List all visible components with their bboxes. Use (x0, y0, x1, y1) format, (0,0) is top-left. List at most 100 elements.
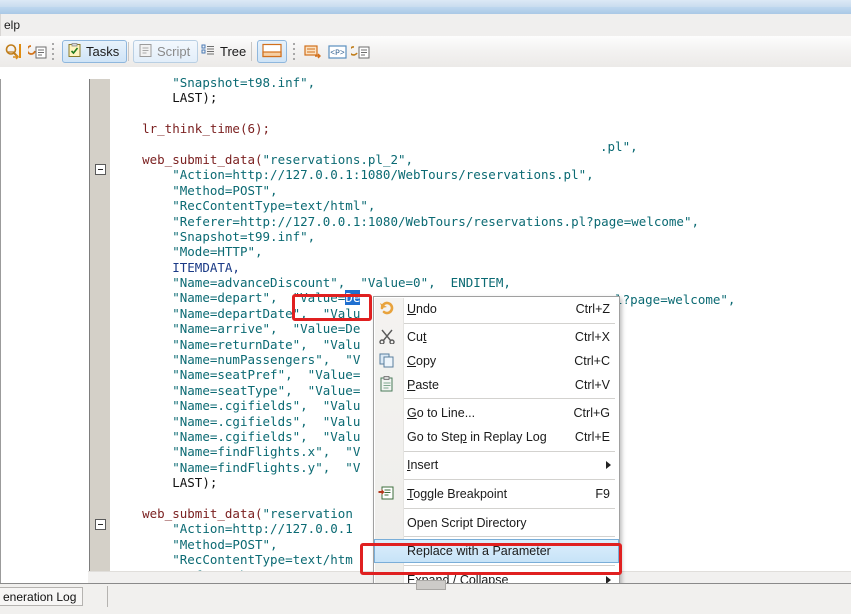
menu-separator (404, 564, 615, 566)
menu-bar: elp (0, 14, 851, 37)
svg-text:<P>: <P> (330, 49, 345, 58)
code-token: ITEMDATA, (172, 259, 240, 275)
menu-go-to-step-replay-log-shortcut: Ctrl+E (574, 429, 610, 444)
code-token: LAST); (172, 475, 218, 491)
breakpoint-icon (378, 485, 398, 503)
code-token: "reservation (262, 505, 353, 521)
menu-go-to-line-shortcut: Ctrl+G (573, 406, 610, 421)
code-token: "Name=.cgifields", "Valu (172, 413, 361, 429)
tasks-toggle[interactable]: Tasks (62, 39, 128, 64)
tree-toggle[interactable]: Tree (196, 39, 254, 64)
tab-generation-log[interactable]: eneration Log (0, 587, 84, 606)
menu-toggle-breakpoint[interactable]: Toggle Breakpoint F9 (374, 482, 619, 506)
titlebar-glass (0, 0, 851, 7)
tab-generation-log-label: eneration Log (3, 590, 77, 604)
tasks-icon (67, 42, 82, 61)
menu-open-script-directory-label: Open Script Directory (407, 515, 527, 530)
code-token: "RecContentType=text/htm (172, 552, 353, 568)
tasks-detail-icon[interactable] (28, 39, 48, 64)
code-token: "Referer=http://127.0.0.1:1080/WebTours/… (172, 213, 700, 229)
snapshot-icon[interactable] (351, 39, 371, 64)
copy-icon (378, 352, 398, 370)
editor-fold-gutter[interactable] (89, 79, 111, 583)
menu-open-script-directory[interactable]: Open Script Directory (374, 511, 619, 535)
menu-go-to-line[interactable]: Go to Line... Ctrl+G (374, 401, 619, 425)
fold-collapse-toggle-1[interactable] (95, 164, 106, 175)
menu-separator (404, 398, 615, 400)
bottom-panel-bar: eneration Log (0, 580, 851, 614)
code-token: "Method=POST", (172, 536, 278, 552)
toolbar-separator-1 (52, 43, 55, 60)
code-token: "Name=numPassengers", "V (172, 352, 361, 368)
step-icon[interactable] (303, 39, 323, 64)
tree-toggle-label: Tree (220, 44, 247, 59)
clipboard-icon (378, 375, 398, 394)
menu-separator (404, 322, 615, 324)
code-token: "Name=arrive", "Value=De (172, 321, 361, 337)
code-token: "Name=returnDate", "Valu (172, 336, 361, 352)
menu-undo[interactable]: Undo Ctrl+Z (374, 297, 619, 321)
code-line: "Mode=HTTP", (112, 244, 851, 259)
undo-icon (378, 300, 398, 318)
code-fragment: .pl", (600, 139, 638, 154)
code-line: "Name=advanceDiscount", "Value=0", ENDIT… (112, 275, 851, 290)
code-token: "RecContentType=text/html", (172, 198, 376, 214)
menu-paste-shortcut: Ctrl+V (574, 377, 610, 392)
menu-separator (404, 479, 615, 481)
menu-replace-with-a-parameter[interactable]: Replace with a Parameter (374, 539, 619, 563)
menu-cut-label: Cut (407, 330, 427, 345)
menu-toggle-breakpoint-shortcut: F9 (595, 486, 610, 501)
code-token: "Name=advanceDiscount", "Value=0", ENDIT… (172, 275, 511, 291)
script-toggle-label: Script (157, 44, 191, 59)
fold-collapse-toggle-2[interactable] (95, 519, 106, 530)
selected-code-token: De (345, 290, 361, 306)
code-line: "Snapshot=t99.inf", (112, 229, 851, 244)
code-token: "Snapshot=t98.inf", (172, 75, 316, 90)
menu-paste-label: Paste (407, 377, 439, 392)
code-fragment: .pl?page=welcome", (600, 292, 736, 307)
menu-go-to-step-replay-log[interactable]: Go to Step in Replay Log Ctrl+E (374, 425, 619, 449)
code-line: "Method=POST", (112, 183, 851, 198)
code-line: "Action=http://127.0.0.1:1080/WebTours/r… (112, 167, 851, 182)
editor-left-margin (0, 67, 88, 583)
main-toolbar: Tasks Script Tree <P> (0, 36, 851, 68)
code-token: LAST); (172, 90, 218, 106)
menu-paste[interactable]: Paste Ctrl+V (374, 373, 619, 397)
script-toggle[interactable]: Script (133, 39, 199, 64)
code-token: web_submit_data( (142, 505, 263, 521)
code-token: "Action=http://127.0.0.1 (172, 521, 353, 537)
bottom-scroll-thumb[interactable] (416, 580, 446, 590)
menu-toggle-breakpoint-label: Toggle Breakpoint (407, 486, 508, 501)
editor-left-border (0, 79, 1, 583)
menu-separator (404, 536, 615, 538)
tasks-toggle-label: Tasks (86, 44, 120, 59)
parameter-icon[interactable]: <P> (327, 39, 349, 64)
script-icon (138, 43, 153, 61)
code-token: "Action=http://127.0.0.1:1080/WebTours/r… (172, 167, 594, 183)
menu-undo-shortcut: Ctrl+Z (575, 301, 610, 316)
menu-insert[interactable]: Insert (374, 454, 619, 478)
code-token: web_submit_data( (142, 151, 263, 167)
code-token: "Method=POST", (172, 182, 278, 198)
code-token: "Name=.cgifields", "Valu (172, 428, 361, 444)
menu-insert-label: Insert (407, 458, 439, 473)
code-token: "Name=depart", "Value= (172, 290, 346, 306)
menu-copy-label: Copy (407, 353, 437, 368)
find-replace-icon[interactable] (4, 39, 24, 64)
code-line: "Referer=http://127.0.0.1:1080/WebTours/… (112, 214, 851, 229)
code-line: "Snapshot=t98.inf", (112, 75, 851, 90)
menu-replace-with-a-parameter-label: Replace with a Parameter (407, 544, 551, 559)
code-line: lr_think_time(6); (112, 121, 851, 136)
toolbar-separator-4 (293, 43, 296, 60)
code-token: "Name=.cgifields", "Valu (172, 398, 361, 414)
editor-context-menu[interactable]: Undo Ctrl+Z Cut Ctrl+X Copy Ctrl+C Paste Ctrl+V… (373, 296, 620, 593)
menu-help[interactable]: elp (0, 17, 24, 33)
menu-copy[interactable]: Copy Ctrl+C (374, 349, 619, 373)
code-line: ITEMDATA, (112, 260, 851, 275)
code-token: lr_think_time(6); (142, 121, 271, 137)
menu-cut[interactable]: Cut Ctrl+X (374, 326, 619, 350)
split-view-toggle[interactable] (257, 39, 287, 64)
code-token: "reservations.pl_2", (262, 151, 414, 167)
